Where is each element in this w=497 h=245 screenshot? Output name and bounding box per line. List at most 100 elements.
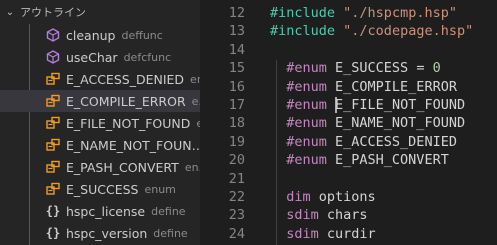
outline-item-kind: enum — [144, 182, 176, 196]
code-line[interactable]: 20 #enum E_PASH_CONVERT — [200, 151, 497, 170]
code-token: "./codepage.hsp" — [343, 23, 474, 40]
code-text: #enum E_SUCCESS = 0 — [270, 59, 441, 78]
braces-icon: {} — [45, 226, 61, 240]
code-token: #enum — [286, 133, 327, 150]
line-number: 24 — [228, 225, 245, 242]
outline-item-name: E_PASH_CONVERT — [66, 159, 179, 175]
outline-item[interactable]: E_SUCCESS enum — [0, 178, 200, 200]
code-token: #include — [270, 5, 336, 21]
code-editor[interactable]: " 12#include "./hspcmp.hsp"13#include ".… — [200, 0, 497, 245]
code-line[interactable]: 21 — [200, 170, 497, 189]
code-token: #enum — [286, 97, 327, 113]
outline-item[interactable]: useChar defcfunc — [0, 46, 200, 68]
outline-item-kind: en… — [184, 160, 200, 174]
braces-icon: {} — [45, 204, 61, 218]
outline-item[interactable]: E_ACCESS_DENIED en… — [0, 68, 200, 90]
code-token: #enum — [286, 115, 327, 132]
line-number: 23 — [228, 207, 245, 224]
outline-item-name: E_NAME_NOT_FOUN… — [66, 137, 200, 153]
cube-icon — [46, 50, 60, 64]
code-token: E_SUCCESS — [326, 60, 417, 77]
line-number: 16 — [228, 78, 245, 95]
code-line[interactable]: 22 dim options — [200, 188, 497, 207]
code-token: #include — [270, 23, 336, 40]
code-line[interactable]: 12 #include "./hspcmp.hsp" — [200, 4, 497, 23]
line-number: 22 — [228, 189, 245, 205]
code-line[interactable]: 18 #enum E_NAME_NOT_FOUND — [200, 114, 497, 133]
code-token: dim — [286, 189, 311, 205]
enum-member-icon — [46, 182, 60, 196]
enum-member-icon — [46, 116, 60, 130]
code-line[interactable]: 16 #enum E_COMPILE_ERROR — [200, 78, 497, 97]
line-number: 13 — [228, 23, 245, 40]
outline-item[interactable]: E_NAME_NOT_FOUN… — [0, 134, 200, 156]
code-token: 0 — [432, 60, 441, 77]
enum-member-icon — [46, 72, 60, 86]
code-token: #enum — [286, 78, 327, 95]
outline-item-name: E_FILE_NOT_FOUND — [66, 115, 191, 131]
outline-list: cleanup deffunc useChar defcfunc E_ACCESS_DE… — [0, 24, 200, 244]
code-token: options — [310, 189, 376, 205]
code-text: #enum E_ACCESS_DENIED — [270, 133, 457, 152]
line-number: 17 — [228, 97, 245, 113]
outline-item-name: E_SUCCESS — [66, 181, 139, 197]
line-number: 21 — [228, 170, 245, 187]
outline-header[interactable]: ⌄ アウトライン — [0, 2, 200, 22]
outline-item[interactable]: {} hspc_license define — [0, 200, 200, 222]
code-token: #enum — [286, 152, 327, 169]
code-text: sdim chars — [270, 206, 368, 225]
code-line[interactable]: 24 sdim curdir — [200, 225, 497, 244]
outline-item[interactable]: {} hspc_version define — [0, 222, 200, 244]
enum-member-icon — [46, 160, 60, 174]
line-number: 20 — [228, 152, 245, 169]
outline-item[interactable]: E_PASH_CONVERT en… — [0, 156, 200, 178]
code-token: E_COMPILE_ERROR — [326, 78, 457, 95]
code-token: E_NAME_NOT_FOUND — [326, 115, 466, 132]
code-text: dim options — [270, 188, 376, 207]
code-text: #enum E_NAME_NOT_FOUND — [270, 114, 465, 133]
outline-item-kind: deffunc — [121, 28, 163, 42]
outline-item-name: hspc_version — [66, 225, 148, 241]
code-token: chars — [318, 207, 368, 224]
line-number: 19 — [228, 133, 245, 150]
outline-item-name: E_COMPILE_ERROR — [66, 93, 186, 109]
outline-item-kind: e… — [191, 94, 200, 108]
outline-item-name: useChar — [66, 49, 118, 65]
code-token: "./hspcmp.hsp" — [343, 5, 457, 21]
code-text: #enum E_COMPILE_ERROR — [270, 78, 457, 97]
code-line[interactable]: 23 sdim chars — [200, 206, 497, 225]
outline-item[interactable]: E_FILE_NOT_FOUNDe… — [0, 112, 200, 134]
line-number: 15 — [228, 60, 245, 77]
outline-item-kind: define — [151, 204, 186, 218]
code-line[interactable]: 19 #enum E_ACCESS_DENIED — [200, 133, 497, 152]
code-token: #enum — [286, 60, 327, 77]
line-number: 12 — [228, 5, 245, 21]
code-token: curdir — [318, 225, 376, 242]
outline-item[interactable]: cleanup deffunc — [0, 24, 200, 46]
cube-icon — [46, 28, 60, 42]
code-token: sdim — [286, 207, 319, 224]
chevron-down-icon[interactable]: ⌄ — [0, 7, 20, 18]
code-text: #include "./hspcmp.hsp" — [270, 4, 457, 23]
outline-item[interactable]: E_COMPILE_ERROR e… — [0, 90, 200, 112]
code-line[interactable]: 17 #enum E_FILE_NOT_FOUND — [200, 96, 497, 115]
code-line[interactable]: 15 #enum E_SUCCESS = 0 — [200, 59, 497, 78]
code-text: sdim curdir — [270, 225, 376, 244]
outline-item-name: cleanup — [66, 27, 116, 43]
code-line[interactable]: 14 — [200, 41, 497, 60]
code-token: sdim — [286, 225, 319, 242]
code-line[interactable]: 13 #include "./codepage.hsp" — [200, 22, 497, 41]
outline-item-kind: define — [153, 226, 188, 240]
code-token: E_ACCESS_DENIED — [326, 133, 457, 150]
